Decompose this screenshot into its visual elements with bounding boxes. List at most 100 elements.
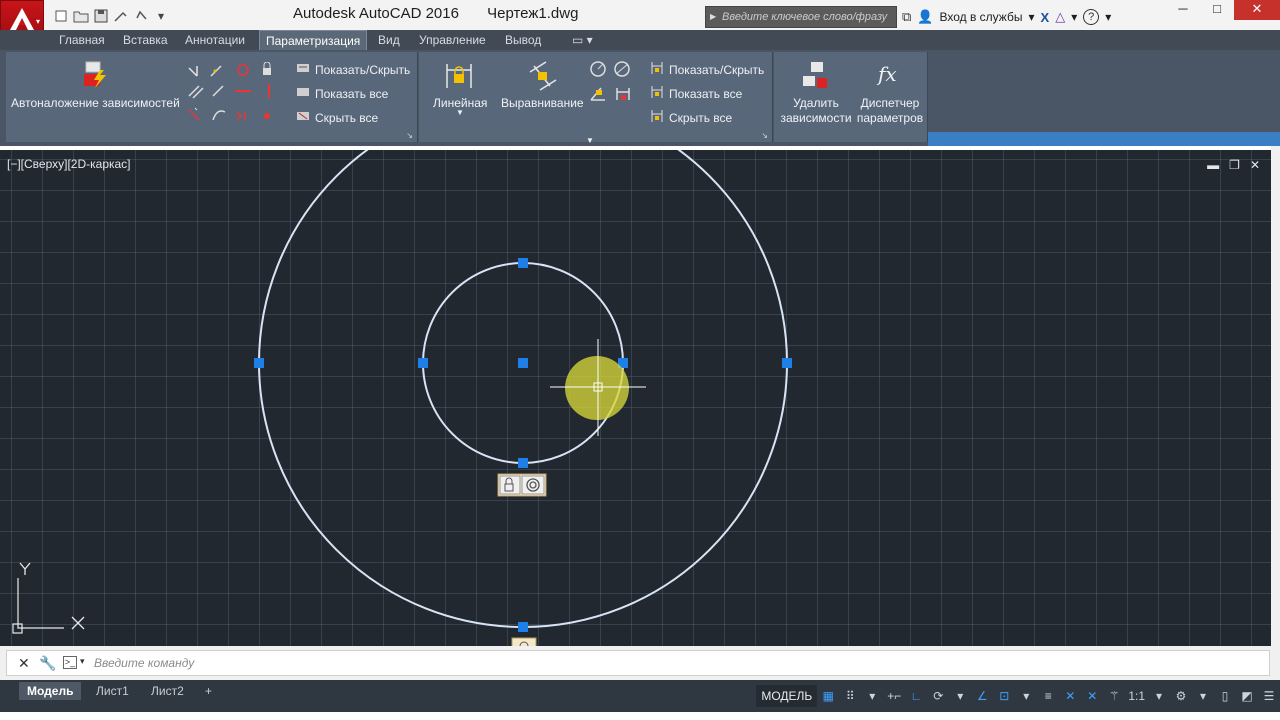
saveas-icon[interactable] [112, 7, 130, 25]
window-title: Autodesk AutoCAD 2016 Чертеж1.dwg [293, 5, 602, 22]
open-file-icon[interactable] [72, 7, 90, 25]
tab-home[interactable]: Главная [53, 30, 111, 50]
panel-expand-icon[interactable]: ▼ [586, 136, 594, 145]
auto-scale-icon[interactable]: ✕ [1081, 685, 1103, 707]
panel-launcher-icon[interactable]: ↘ [406, 131, 413, 140]
command-prompt-icon[interactable]: >_ [63, 656, 77, 669]
chevron-down-icon[interactable]: ▾ [949, 685, 971, 707]
workspace-gear-icon[interactable]: ⚙ [1170, 685, 1192, 707]
outer-circle[interactable] [258, 150, 788, 628]
geo-hide-all-button[interactable]: Скрыть все [296, 109, 378, 126]
parallel-icon [188, 85, 204, 99]
ribbon-options-icon[interactable]: ▭ ▾ [566, 30, 599, 50]
layout-tab-model[interactable]: Модель [19, 682, 82, 700]
command-line[interactable] [6, 650, 1270, 676]
grip-inner-bottom[interactable] [518, 458, 528, 468]
isodraft-icon[interactable]: ∠ [971, 685, 993, 707]
chevron-down-icon[interactable]: ▾ [1105, 10, 1111, 24]
grip-inner-top[interactable] [518, 258, 528, 268]
dropdown-arrow-icon[interactable]: ▾ [152, 7, 170, 25]
perpendicular-icon [212, 85, 224, 97]
viewport-minimize-icon[interactable]: ▬ [1207, 158, 1219, 172]
viewport-controls-label[interactable]: [−][Сверху][2D-каркас] [7, 157, 131, 171]
panel-launcher-icon[interactable]: ↘ [761, 131, 768, 140]
customize-wrench-icon[interactable]: 🔧 [39, 655, 56, 672]
recent-commands-arrow-icon[interactable]: ▾ [80, 656, 85, 667]
linear-dimension-icon [446, 64, 472, 88]
maximize-button[interactable]: □ [1200, 0, 1234, 20]
geo-show-hide-button[interactable]: Показать/Скрыть [296, 61, 410, 78]
autodesk-360-icon[interactable]: △ [1055, 9, 1065, 25]
dim-show-hide-button[interactable]: Показать/Скрыть [650, 61, 764, 78]
tab-annotate[interactable]: Аннотации [179, 30, 251, 50]
tab-view[interactable]: Вид [372, 30, 406, 50]
show-all-icon [296, 85, 310, 102]
sign-in-link[interactable]: Вход в службы [939, 10, 1022, 24]
ortho-mode-icon[interactable]: ∟ [905, 685, 927, 707]
chevron-down-icon[interactable]: ▾ [1148, 685, 1170, 707]
window-controls: ─ □ ✕ [1166, 0, 1280, 20]
grip-outer-right[interactable] [782, 358, 792, 368]
dim-show-all-button[interactable]: Показать все [650, 85, 742, 102]
delete-constraints-icon [803, 62, 827, 88]
hardware-acceleration-icon[interactable]: ◩ [1236, 685, 1258, 707]
search-expand-icon[interactable]: ▶ [710, 12, 716, 21]
binoculars-icon[interactable]: ⧉ [902, 9, 911, 25]
polar-tracking-icon[interactable]: ⟳ [927, 685, 949, 707]
add-layout-button[interactable]: + [197, 682, 220, 700]
command-input[interactable]: Введите команду [94, 656, 194, 670]
lineweight-icon[interactable]: ≡ [1037, 685, 1059, 707]
layout-tab-sheet2[interactable]: Лист2 [143, 682, 192, 700]
chevron-down-icon[interactable]: ▾ [1071, 10, 1077, 24]
tab-manage[interactable]: Управление [413, 30, 492, 50]
close-button[interactable]: ✕ [1234, 0, 1280, 20]
search-placeholder: Введите ключевое слово/фразу [722, 11, 888, 23]
object-snap-tracking-icon[interactable]: ⊡ [993, 685, 1015, 707]
concentric-icon [237, 64, 249, 76]
dynamic-input-icon[interactable]: +⌐ [883, 685, 905, 707]
chevron-down-icon[interactable]: ▾ [1192, 685, 1214, 707]
grip-outer-bottom[interactable] [518, 622, 528, 632]
grip-outer-left[interactable] [254, 358, 264, 368]
drawing-geometry[interactable] [0, 150, 1271, 646]
geo-show-all-button[interactable]: Показать все [296, 85, 388, 102]
isolate-objects-icon[interactable]: ▯ [1214, 685, 1236, 707]
fix-icon [263, 62, 271, 75]
undo-icon[interactable] [132, 7, 150, 25]
layout-tab-sheet1[interactable]: Лист1 [88, 682, 137, 700]
grip-inner-left[interactable] [418, 358, 428, 368]
constraint-bar-outer[interactable] [511, 637, 537, 646]
viewport-restore-icon[interactable]: ❐ [1229, 158, 1240, 172]
exchange-apps-icon[interactable]: X [1041, 10, 1050, 25]
save-icon[interactable] [92, 7, 110, 25]
snap-mode-icon[interactable]: ⠿ [839, 685, 861, 707]
constraint-bar[interactable] [497, 473, 547, 497]
clean-screen-icon[interactable]: ☰ [1258, 685, 1280, 707]
annotation-scale-value[interactable]: 1:1 [1125, 685, 1148, 707]
grip-center[interactable] [518, 358, 528, 368]
symmetric-icon [236, 111, 246, 121]
annotation-visibility-icon[interactable]: ✕ [1059, 685, 1081, 707]
dimensional-constraints-grid [590, 61, 630, 101]
annotation-scale-icon[interactable]: ⚚ [1103, 685, 1125, 707]
help-icon[interactable]: ? [1083, 9, 1100, 25]
new-file-icon[interactable] [52, 7, 70, 25]
minimize-button[interactable]: ─ [1166, 0, 1200, 20]
tab-output[interactable]: Вывод [499, 30, 547, 50]
search-input[interactable]: ▶ Введите ключевое слово/фразу [705, 6, 897, 28]
chevron-down-icon[interactable]: ▾ [861, 685, 883, 707]
tab-insert[interactable]: Вставка [117, 30, 174, 50]
convert-icon [616, 88, 630, 100]
chevron-down-icon[interactable]: ▼ [456, 108, 464, 117]
model-space-toggle[interactable]: МОДЕЛЬ [756, 685, 818, 707]
grid-display-icon[interactable]: ▦ [817, 685, 839, 707]
viewport-close-icon[interactable]: ✕ [1250, 158, 1260, 172]
param-manager-label-1: Диспетчер [860, 96, 920, 110]
user-icon: 👤 [917, 9, 934, 24]
close-command-line-icon[interactable]: ✕ [18, 655, 30, 672]
chevron-down-icon[interactable]: ▾ [1028, 10, 1034, 24]
chevron-down-icon[interactable]: ▾ [1015, 685, 1037, 707]
dim-hide-all-button[interactable]: Скрыть все [650, 109, 732, 126]
tab-parametric[interactable]: Параметризация [259, 30, 368, 50]
crosshair-cursor [550, 339, 646, 436]
